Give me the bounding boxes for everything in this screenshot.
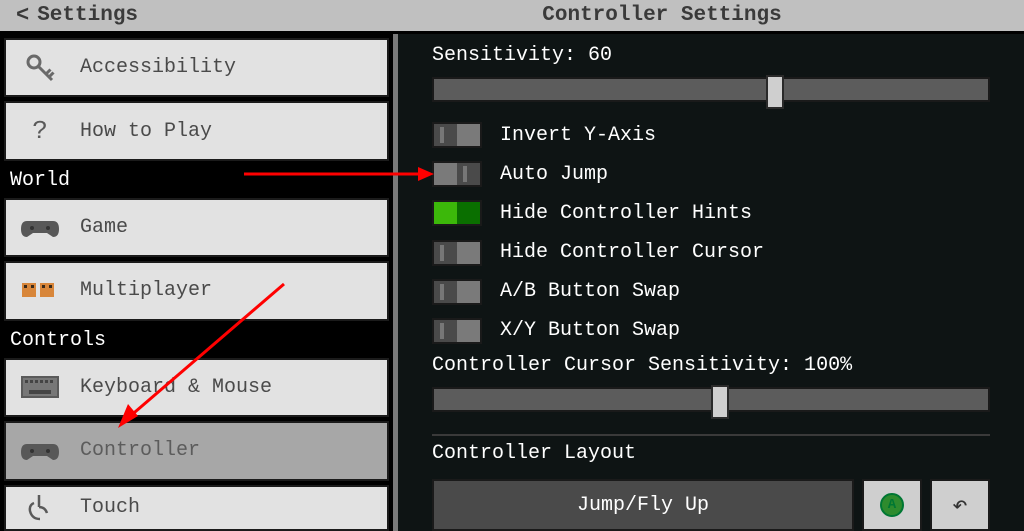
sidebar-item-touch[interactable]: Touch xyxy=(4,485,389,531)
cursor-sensitivity-label: Controller Cursor Sensitivity: 100% xyxy=(432,354,990,377)
toggle-label: Hide Controller Hints xyxy=(500,202,752,225)
toggle-label: X/Y Button Swap xyxy=(500,319,680,342)
sidebar-item-how-to-play[interactable]: ? How to Play xyxy=(4,101,389,160)
slider-thumb[interactable] xyxy=(766,75,784,109)
sidebar-item-game[interactable]: Game xyxy=(4,198,389,257)
sidebar-item-multiplayer[interactable]: Multiplayer xyxy=(4,261,389,320)
toggle-label: Invert Y-Axis xyxy=(500,124,656,147)
section-world: World xyxy=(4,165,389,194)
page-title: Controller Settings xyxy=(400,4,1024,27)
a-badge-icon: A xyxy=(880,493,904,517)
sidebar-item-label: Keyboard & Mouse xyxy=(80,376,272,399)
controller-icon xyxy=(20,208,60,248)
sidebar-item-accessibility[interactable]: Accessibility xyxy=(4,38,389,97)
toggle-label: A/B Button Swap xyxy=(500,280,680,303)
reset-binding-button[interactable]: ↶ xyxy=(930,479,990,531)
chevron-left-icon: < xyxy=(16,3,29,28)
sidebar: Accessibility ? How to Play World Game M… xyxy=(0,34,398,531)
toggle-auto-jump[interactable] xyxy=(432,161,482,187)
controller-icon xyxy=(20,431,60,471)
controller-layout-label: Controller Layout xyxy=(432,434,990,465)
binding-a-button[interactable]: A xyxy=(862,479,922,531)
touch-icon xyxy=(20,488,60,528)
sensitivity-slider[interactable] xyxy=(432,77,990,102)
sidebar-item-label: Game xyxy=(80,216,128,239)
players-icon xyxy=(20,271,60,311)
sidebar-item-label: How to Play xyxy=(80,120,212,143)
sidebar-item-label: Multiplayer xyxy=(80,279,212,302)
undo-icon: ↶ xyxy=(952,490,968,521)
sidebar-item-keyboard-mouse[interactable]: Keyboard & Mouse xyxy=(4,358,389,417)
toggle-xy-swap[interactable] xyxy=(432,318,482,344)
binding-label: Jump/Fly Up xyxy=(577,494,709,517)
back-button[interactable]: < Settings xyxy=(0,3,400,28)
sidebar-item-controller[interactable]: Controller xyxy=(4,421,389,480)
toggle-invert-y[interactable] xyxy=(432,122,482,148)
toggle-hide-cursor[interactable] xyxy=(432,240,482,266)
slider-thumb[interactable] xyxy=(711,385,729,419)
question-icon: ? xyxy=(20,111,60,151)
keyboard-icon xyxy=(20,367,60,407)
sensitivity-label: Sensitivity: 60 xyxy=(432,44,990,67)
back-label: Settings xyxy=(37,4,138,27)
toggle-label: Hide Controller Cursor xyxy=(500,241,764,264)
toggle-label: Auto Jump xyxy=(500,163,608,186)
binding-jump[interactable]: Jump/Fly Up xyxy=(432,479,854,531)
key-icon xyxy=(20,48,60,88)
sidebar-item-label: Controller xyxy=(80,439,200,462)
content-panel: Sensitivity: 60 Invert Y-Axis Auto Jump … xyxy=(398,34,1024,531)
toggle-ab-swap[interactable] xyxy=(432,279,482,305)
section-controls: Controls xyxy=(4,325,389,354)
cursor-sensitivity-slider[interactable] xyxy=(432,387,990,412)
sidebar-item-label: Touch xyxy=(80,496,140,519)
toggle-hide-hints[interactable] xyxy=(432,200,482,226)
sidebar-item-label: Accessibility xyxy=(80,56,236,79)
